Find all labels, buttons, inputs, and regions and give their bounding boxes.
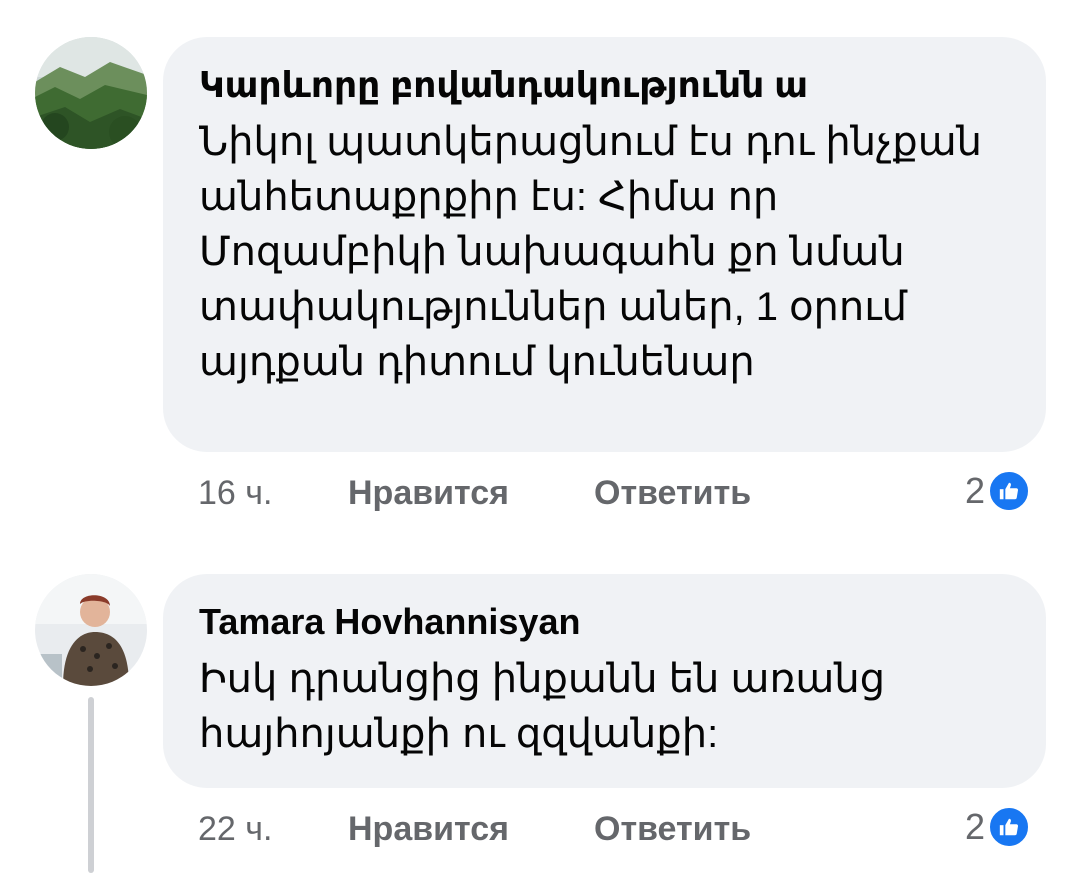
comment-bubble: Tamara Hovhannisyan Իսկ դրանցից ինքանն ե…	[163, 574, 1046, 788]
comment-text: Նիկոլ պատկերացնում էս դու ինչքան անհետաք…	[199, 115, 1010, 390]
comment-author[interactable]: Tamara Hovhannisyan	[199, 600, 1010, 644]
like-button[interactable]: Нравится	[348, 470, 509, 516]
reaction-summary[interactable]: 2	[965, 468, 1032, 514]
reply-button[interactable]: Ответить	[594, 806, 751, 852]
reaction-count: 2	[965, 806, 986, 847]
comment-text-line: տափակություններ աներ, 1 օրում	[199, 285, 907, 329]
reaction-summary[interactable]: 2	[965, 804, 1032, 850]
reaction-count: 2	[965, 470, 986, 511]
comment-text-line: Նիկոլ պատկերացնում էս դու ինչքան	[199, 120, 983, 164]
comment-text-line: Մոզամբիկի նախագահն քո նման	[199, 230, 905, 274]
thread-connector-line	[88, 697, 94, 873]
comment-actions: 16 ч. Нравится Ответить	[198, 470, 798, 516]
comment-timestamp[interactable]: 22 ч.	[198, 806, 272, 852]
avatar[interactable]	[35, 574, 147, 686]
thumbs-up-icon	[987, 469, 1032, 513]
comment-text-line: Իսկ դրանցից ինքանն են առանց	[199, 657, 886, 701]
comment-timestamp[interactable]: 16 ч.	[198, 470, 272, 516]
like-button[interactable]: Нравится	[348, 806, 509, 852]
comment-bubble: Կարևորը բովանդակությունն ա Նիկոլ պատկերա…	[163, 37, 1046, 452]
comment-text-line: անհետաքրքիր էս: Հիմա որ	[199, 175, 779, 219]
comment-author[interactable]: Կարևորը բովանդակությունն ա	[199, 63, 1010, 107]
comment-text-line: հայհոյանքի ու զզվանքի:	[199, 712, 719, 756]
comment-text-line: այդքան դիտում կունենար	[199, 340, 755, 384]
reply-button[interactable]: Ответить	[594, 470, 751, 516]
comment-text: Իսկ դրանցից ինքանն են առանց հայհոյանքի ո…	[199, 652, 1010, 762]
avatar[interactable]	[35, 37, 147, 149]
avatar-landscape-image	[35, 37, 147, 149]
comment-actions: 22 ч. Нравится Ответить	[198, 806, 798, 852]
avatar-person-image	[35, 574, 147, 686]
thumbs-up-icon	[987, 805, 1032, 849]
